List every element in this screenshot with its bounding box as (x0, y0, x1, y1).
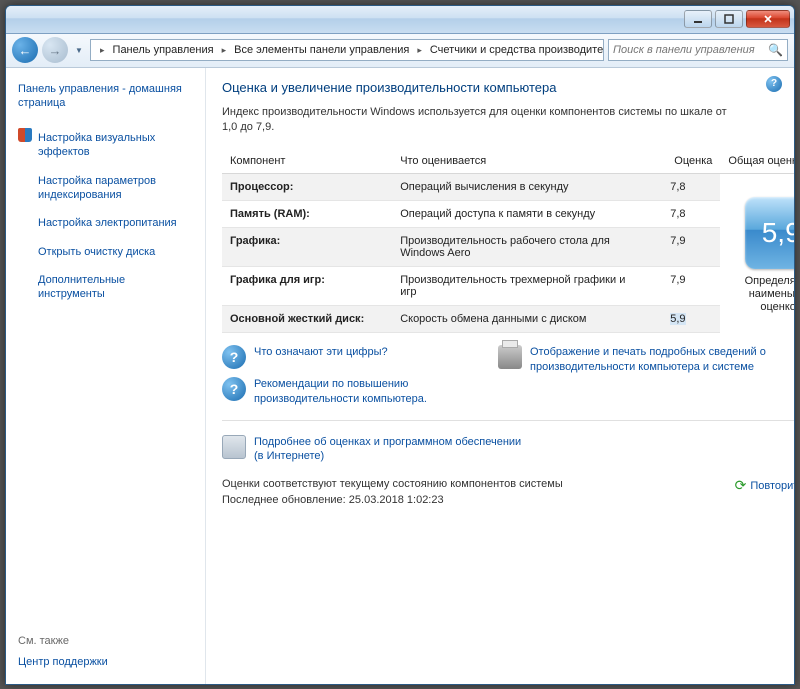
search-box[interactable]: 🔍 (608, 39, 788, 61)
chevron-right-icon[interactable]: ▸ (218, 40, 231, 60)
row-disk-label: Основной жесткий диск: (222, 306, 392, 333)
divider (222, 420, 794, 421)
see-also-heading: См. также (18, 635, 193, 651)
bullet-icon (18, 171, 32, 185)
bullet-icon (18, 270, 32, 284)
close-button[interactable] (746, 10, 790, 28)
row-cpu-desc: Операций вычисления в секунду (392, 174, 635, 201)
chevron-right-icon[interactable]: ▸ (96, 40, 109, 60)
maximize-button[interactable] (715, 10, 743, 28)
minimize-button[interactable] (684, 10, 712, 28)
breadcrumb-seg-1[interactable]: Панель управления (109, 40, 218, 60)
row-cpu-label: Процессор: (222, 174, 392, 201)
scores-table: Компонент Что оценивается Оценка Общая о… (222, 149, 794, 333)
row-ram-score: 7,8 (635, 201, 720, 228)
refresh-icon: ⟳ (735, 477, 747, 494)
breadcrumb-seg-2[interactable]: Все элементы панели управления (230, 40, 413, 60)
sidebar-item-disk-cleanup[interactable]: Открыть очистку диска (38, 241, 155, 263)
help-icon[interactable]: ? (766, 76, 782, 92)
link-print-details[interactable]: Отображение и печать подробных сведений … (530, 345, 778, 374)
base-score-badge: 5,9 (745, 197, 794, 269)
row-gaming-desc: Производительность трехмерной графики и … (392, 267, 635, 306)
help-icon: ? (222, 345, 246, 369)
sidebar-support-link[interactable]: Центр поддержки (18, 651, 193, 673)
row-ram-label: Память (RAM): (222, 201, 392, 228)
software-icon (222, 435, 246, 459)
content-area: ? Оценка и увеличение производительности… (206, 68, 794, 684)
row-gaming-label: Графика для игр: (222, 267, 392, 306)
row-ram-desc: Операций доступа к памяти в секунду (392, 201, 635, 228)
nav-history-dropdown[interactable]: ▼ (72, 39, 86, 61)
help-icon: ? (222, 377, 246, 401)
col-base-score: Общая оценка (720, 149, 794, 174)
last-updated-text: Последнее обновление: 25.03.2018 1:02:23 (222, 493, 563, 508)
bullet-icon (18, 242, 32, 256)
search-input[interactable] (613, 44, 768, 56)
rerun-assessment-link[interactable]: ⟳ Повторить оценку (735, 477, 794, 494)
address-bar[interactable]: ▸ Панель управления ▸ Все элементы панел… (90, 39, 604, 61)
link-performance-tips[interactable]: Рекомендации по повышению производительн… (254, 377, 482, 406)
page-title: Оценка и увеличение производительности к… (222, 80, 778, 95)
row-graphics-score: 7,9 (635, 228, 720, 267)
bullet-icon (18, 213, 32, 227)
sidebar: Панель управления - домашняя страница На… (6, 68, 206, 684)
base-score-cell: 5,9 Определяется наименьшей оценкой (720, 174, 794, 333)
col-score: Оценка (635, 149, 720, 174)
chevron-right-icon[interactable]: ▸ (413, 40, 426, 60)
nav-forward-button[interactable]: → (42, 37, 68, 63)
row-cpu-score: 7,8 (635, 174, 720, 201)
sidebar-item-visual-effects[interactable]: Настройка визуальных эффектов (38, 127, 193, 164)
link-more-info-online[interactable]: Подробнее об оценках и программном обесп… (254, 435, 522, 464)
row-graphics-label: Графика: (222, 228, 392, 267)
row-disk-score: 5,9 (635, 306, 720, 333)
row-gaming-score: 7,9 (635, 267, 720, 306)
status-text: Оценки соответствуют текущему состоянию … (222, 477, 563, 492)
sidebar-home-link[interactable]: Панель управления - домашняя страница (18, 78, 193, 115)
base-score-label: Определяется наименьшей оценкой (726, 275, 794, 315)
breadcrumb-seg-3[interactable]: Счетчики и средства производительности (426, 40, 604, 60)
link-what-numbers-mean[interactable]: Что означают эти цифры? (254, 345, 388, 359)
navbar: ← → ▼ ▸ Панель управления ▸ Все элементы… (6, 34, 794, 68)
col-component: Компонент (222, 149, 392, 174)
row-graphics-desc: Производительность рабочего стола для Wi… (392, 228, 635, 267)
printer-icon (498, 345, 522, 369)
shield-icon (18, 128, 32, 142)
sidebar-item-advanced-tools[interactable]: Дополнительные инструменты (38, 269, 193, 306)
sidebar-item-power[interactable]: Настройка электропитания (38, 212, 177, 234)
search-icon[interactable]: 🔍 (768, 43, 783, 57)
row-disk-desc: Скорость обмена данными с диском (392, 306, 635, 333)
page-intro: Индекс производительности Windows исполь… (222, 105, 742, 136)
col-description: Что оценивается (392, 149, 635, 174)
nav-back-button[interactable]: ← (12, 37, 38, 63)
titlebar[interactable] (6, 6, 794, 34)
control-panel-window: ← → ▼ ▸ Панель управления ▸ Все элементы… (5, 5, 795, 685)
sidebar-item-indexing[interactable]: Настройка параметров индексирования (38, 170, 193, 207)
